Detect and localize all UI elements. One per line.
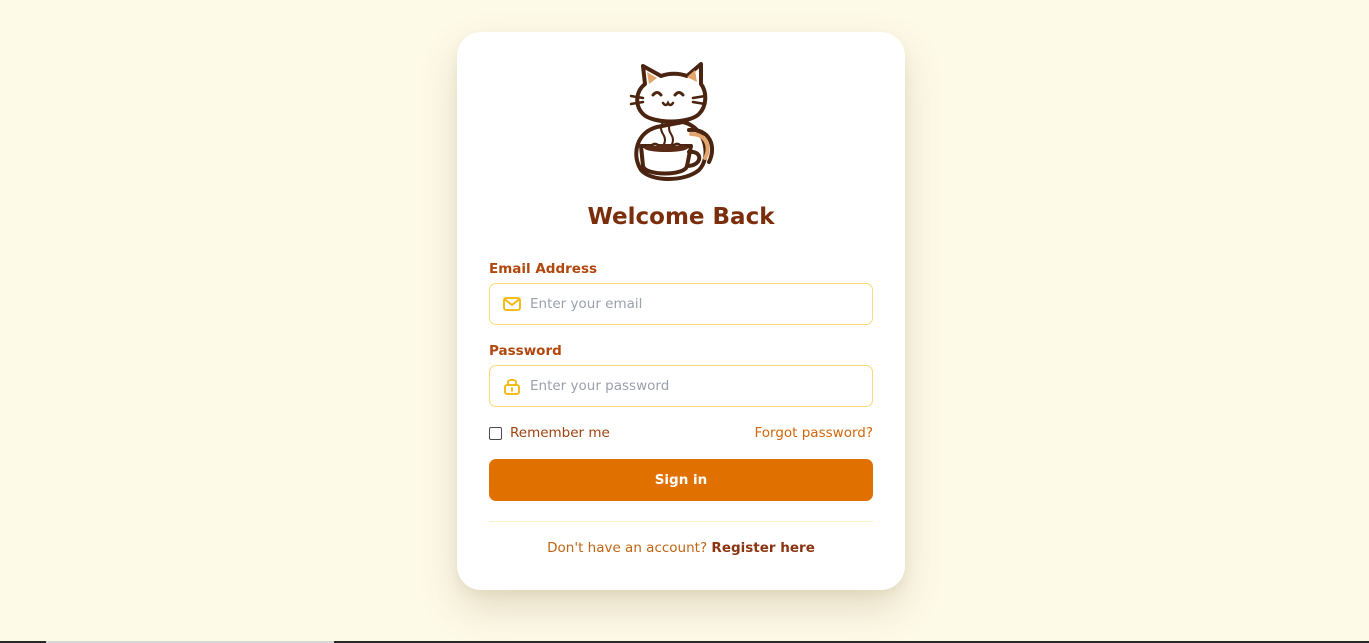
- sign-in-button[interactable]: Sign in: [489, 459, 873, 501]
- cat-coffee-logo: [629, 62, 715, 181]
- register-prompt-text: Don't have an account?: [547, 540, 712, 556]
- divider: [489, 521, 873, 522]
- page-title: Welcome Back: [587, 204, 775, 230]
- email-field-container[interactable]: [489, 283, 873, 325]
- register-link[interactable]: Register here: [711, 540, 814, 556]
- password-label: Password: [489, 343, 562, 359]
- remember-me-checkbox[interactable]: [489, 426, 502, 440]
- register-prompt-row: Don't have an account? Register here: [457, 540, 905, 556]
- mail-icon: [503, 297, 521, 311]
- remember-me-label[interactable]: Remember me: [510, 425, 610, 441]
- forgot-password-link[interactable]: Forgot password?: [754, 425, 873, 441]
- email-label: Email Address: [489, 261, 598, 277]
- lock-icon: [504, 379, 520, 395]
- password-field-container[interactable]: [489, 365, 873, 407]
- login-card: Welcome Back Email Address Password Reme…: [457, 32, 905, 590]
- remember-me-row: Remember me: [489, 425, 610, 441]
- password-input[interactable]: [530, 366, 860, 406]
- email-input[interactable]: [530, 284, 860, 324]
- page-scrollbar[interactable]: [1359, 0, 1369, 643]
